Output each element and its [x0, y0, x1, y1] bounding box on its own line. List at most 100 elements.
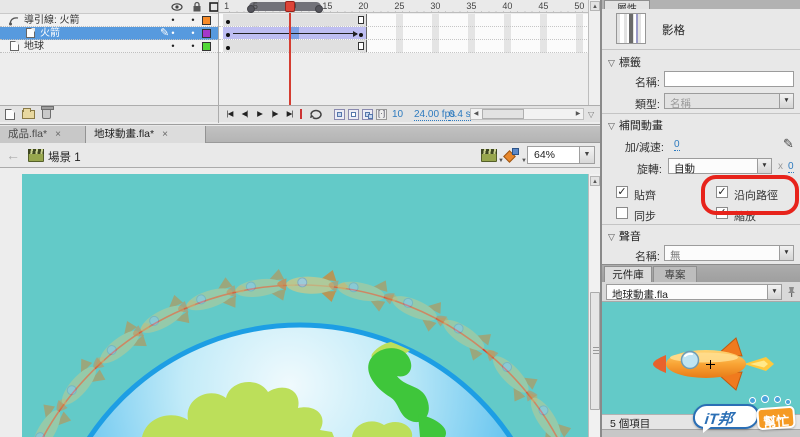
motion-tween-arrow — [233, 30, 358, 37]
timeline-frames-area[interactable]: 1510152025303540455055 — [218, 0, 588, 105]
snap-checkbox[interactable]: ✓ — [616, 186, 628, 198]
frame-thumbnail-icon — [616, 13, 646, 44]
triangle-icon: ▽ — [608, 232, 615, 242]
loop-playback-icon[interactable] — [308, 109, 324, 120]
chevron-down-icon[interactable]: ▼ — [767, 285, 781, 299]
pasteboard: ▲ — [0, 168, 600, 437]
flash-application-window: 導引線: 火箭 • • 火箭 ✎ • • 地球 • • 1 5 15 20 25… — [0, 0, 800, 437]
dropdown-value: 無 — [670, 249, 681, 262]
layer-color-swatch[interactable] — [202, 29, 211, 38]
playhead-marker[interactable] — [285, 1, 295, 12]
pin-icon[interactable] — [786, 286, 797, 298]
chevron-down-icon[interactable]: ▼ — [779, 246, 793, 260]
chevron-down-icon[interactable]: ▼ — [757, 159, 771, 173]
ruler-frame-number: 45 — [538, 1, 549, 11]
step-back-icon[interactable]: ◀| — [237, 107, 252, 121]
library-toolbar: 地球動畫.fla ▼ — [602, 282, 800, 302]
scrollbar-thumb[interactable] — [482, 109, 524, 119]
ruler-frame-number: 1 — [224, 1, 230, 11]
scroll-left-arrow[interactable]: ◀ — [471, 109, 481, 119]
layer-lock-dot[interactable]: • — [188, 27, 198, 40]
scroll-up-arrow[interactable]: ▲ — [590, 1, 600, 11]
scene-clapper-icon — [28, 149, 44, 162]
layer-color-swatch[interactable] — [202, 42, 211, 51]
tab-label: 成品.fla* — [8, 128, 48, 140]
section-tween[interactable]: ▽ 補間動畫 — [608, 117, 663, 133]
frames-guide-layer[interactable] — [219, 14, 588, 27]
edit-symbols-icon[interactable] — [503, 148, 520, 163]
section-title: 補間動畫 — [618, 120, 663, 132]
chevron-down-icon[interactable]: ▼ — [579, 147, 594, 163]
panel-collapse-icon[interactable]: ▽ — [588, 110, 594, 119]
rotate-times-label: x — [778, 161, 783, 172]
panel-tab-strip: 屬性 — [602, 0, 800, 9]
stage-vertical-scrollbar[interactable]: ▲ — [588, 174, 600, 437]
frames-rocket-layer[interactable] — [219, 27, 588, 40]
ruler-frame-number: 35 — [466, 1, 477, 11]
close-icon[interactable]: × — [162, 129, 168, 140]
sync-checkbox[interactable] — [616, 207, 628, 219]
modify-markers-icon[interactable]: [·] — [376, 109, 387, 120]
play-icon[interactable]: ▶ — [252, 107, 267, 121]
layer-row-rocket[interactable]: 火箭 ✎ • • — [0, 27, 218, 40]
ease-label: 加/減速: — [624, 142, 664, 154]
step-forward-icon[interactable]: |▶ — [267, 107, 282, 121]
scroll-right-arrow[interactable]: ▶ — [573, 109, 583, 119]
close-icon[interactable]: × — [55, 129, 61, 140]
site-watermark: iT邦 幫忙 — [691, 395, 799, 435]
layer-name[interactable]: 火箭 — [40, 27, 60, 40]
ease-value[interactable]: 0 — [674, 139, 680, 151]
eye-icon[interactable] — [171, 1, 183, 13]
pencil-edit-icon[interactable]: ✎ — [783, 136, 794, 152]
scene-name[interactable]: 場景 1 — [48, 149, 81, 165]
tab-label: 地球動畫.fla* — [94, 128, 155, 140]
section-title: 聲音 — [618, 231, 641, 243]
layer-row-earth[interactable]: 地球 • • — [0, 40, 218, 53]
scrollbar-thumb[interactable] — [590, 292, 600, 410]
frames-earth-layer[interactable] — [219, 40, 588, 53]
timeline-panel: 導引線: 火箭 • • 火箭 ✎ • • 地球 • • 1 5 15 20 25… — [0, 0, 600, 125]
go-first-frame-icon[interactable]: |◀ — [222, 107, 237, 121]
section-label[interactable]: ▽ 標籤 — [608, 54, 641, 70]
center-playhead-icon[interactable] — [300, 109, 302, 119]
layer-color-swatch[interactable] — [202, 16, 211, 25]
layer-visibility-dot[interactable]: • — [168, 14, 178, 27]
library-document-dropdown[interactable]: 地球動畫.fla ▼ — [606, 284, 782, 301]
new-folder-button[interactable] — [22, 108, 35, 119]
section-sound[interactable]: ▽ 聲音 — [608, 228, 641, 244]
new-layer-button[interactable] — [5, 109, 15, 120]
frame-label-input[interactable] — [664, 71, 794, 87]
tab-project[interactable]: 專案 — [653, 266, 697, 283]
layer-row-guide[interactable]: 導引線: 火箭 • • — [0, 14, 218, 27]
go-last-frame-icon[interactable]: ▶| — [282, 107, 297, 121]
layer-lock-dot[interactable]: • — [188, 40, 198, 53]
timeline-vertical-scrollbar[interactable]: ▲ — [588, 0, 600, 105]
tab-earth-animation-fla[interactable]: 地球動畫.fla* × — [86, 126, 206, 143]
tab-properties[interactable]: 屬性 — [604, 0, 650, 9]
layer-lock-dot[interactable]: • — [188, 14, 198, 27]
triangle-icon: ▽ — [608, 58, 615, 68]
dropdown-value: 自動 — [674, 162, 695, 175]
ruler-frame-number: 40 — [502, 1, 513, 11]
scroll-up-arrow[interactable]: ▲ — [590, 176, 600, 186]
timeline-horizontal-scrollbar[interactable]: ◀ ▶ — [470, 108, 584, 120]
rotate-count[interactable]: 0 — [788, 161, 794, 173]
edit-multiple-frames-icon[interactable] — [362, 109, 373, 120]
tab-library[interactable]: 元件庫 — [604, 266, 652, 283]
timeline-ruler[interactable]: 1510152025303540455055 — [219, 0, 588, 13]
layer-visibility-dot[interactable]: • — [168, 40, 178, 53]
layer-name[interactable]: 導引線: 火箭 — [24, 14, 80, 27]
delete-layer-button[interactable] — [41, 106, 54, 119]
lock-icon[interactable] — [191, 1, 203, 13]
stage-canvas[interactable] — [22, 174, 588, 437]
layer-visibility-dot[interactable]: • — [168, 27, 178, 40]
onion-skin-outline-icon[interactable] — [348, 109, 359, 120]
zoom-level-combo[interactable]: 64% ▼ — [527, 146, 595, 164]
rotate-dropdown[interactable]: 自動 ▼ — [668, 158, 772, 175]
sound-name-dropdown[interactable]: 無 ▼ — [664, 245, 794, 262]
layer-name[interactable]: 地球 — [24, 40, 44, 53]
back-arrow-icon[interactable]: ← — [6, 147, 20, 163]
edit-scene-icon[interactable] — [481, 149, 497, 162]
onion-skin-icon[interactable] — [334, 109, 345, 120]
tab-finished-fla[interactable]: 成品.fla* × — [0, 126, 86, 143]
